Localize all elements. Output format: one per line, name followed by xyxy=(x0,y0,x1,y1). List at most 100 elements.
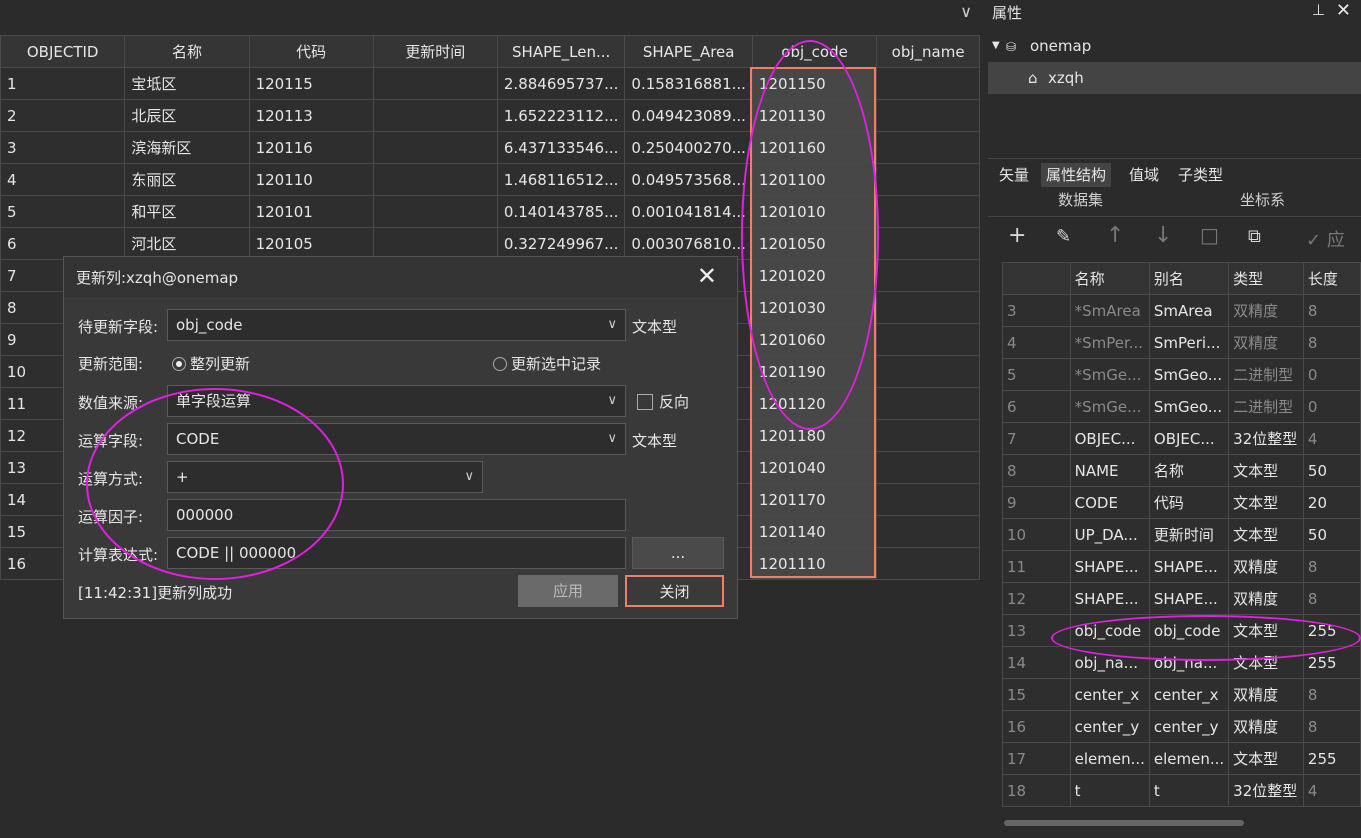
table-cell[interactable]: 4 xyxy=(0,163,126,196)
tab-vector[interactable]: 矢量 xyxy=(994,163,1034,187)
table-cell[interactable]: 2.884695737... xyxy=(496,67,626,100)
field-cell[interactable]: 10 xyxy=(1002,518,1071,551)
field-row[interactable]: 7 OBJEC... OBJEC... 32位整型 4 xyxy=(1002,422,1361,455)
table-cell[interactable] xyxy=(876,259,980,292)
field-cell[interactable]: center_x xyxy=(1148,678,1230,711)
field-cell[interactable]: 4 xyxy=(1302,422,1361,455)
table-row[interactable]: 1 宝坻区 120115 2.884695737... 0.158316881... 12… xyxy=(0,67,980,100)
field-row[interactable]: 13 obj_code obj_code 文本型 255 xyxy=(1002,614,1361,647)
table-cell[interactable] xyxy=(372,99,498,132)
table-cell[interactable]: 120113 xyxy=(248,99,374,132)
table-cell[interactable]: 1201050 xyxy=(751,227,878,260)
tab-dataset[interactable]: 数据集 xyxy=(1058,189,1103,210)
field-cell[interactable]: 二进制型 xyxy=(1228,390,1304,423)
table-row[interactable]: 4 东丽区 120110 1.468116512... 0.049573568... 12… xyxy=(0,163,980,196)
field-cell[interactable]: NAME xyxy=(1069,454,1150,487)
field-cell[interactable]: center_y xyxy=(1148,710,1230,743)
expression-builder-button[interactable]: ... xyxy=(632,537,724,569)
field-cell[interactable]: 17 xyxy=(1002,742,1071,775)
expand-icon[interactable]: ▼ xyxy=(992,30,1000,62)
table-cell[interactable]: 0.140143785... xyxy=(496,195,626,228)
field-column-header[interactable]: 类型 xyxy=(1228,262,1304,295)
table-cell[interactable]: 1.652223112... xyxy=(496,99,626,132)
field-cell[interactable]: 文本型 xyxy=(1228,614,1304,647)
field-cell[interactable]: 12 xyxy=(1002,582,1071,615)
field-cell[interactable]: obj_na... xyxy=(1069,646,1150,679)
table-cell[interactable]: 0.158316881... xyxy=(624,67,753,100)
column-header[interactable]: OBJECTID xyxy=(0,35,126,68)
field-cell[interactable]: UP_DA... xyxy=(1069,518,1150,551)
tree-node-onemap[interactable]: ▼ ⛁ onemap xyxy=(988,30,1361,62)
table-cell[interactable] xyxy=(876,163,980,196)
field-cell[interactable]: 4 xyxy=(1302,774,1361,807)
tree-node-xzqh[interactable]: ⌂ xzqh xyxy=(988,62,1361,94)
table-cell[interactable]: 滨海新区 xyxy=(124,131,250,164)
table-cell[interactable]: 1201130 xyxy=(751,99,878,132)
source-select[interactable]: 单字段运算 ∨ xyxy=(167,385,626,417)
table-cell[interactable]: 1201020 xyxy=(751,259,878,292)
field-cell[interactable]: *SmArea xyxy=(1069,294,1150,327)
move-down-icon[interactable]: ↓ xyxy=(1154,223,1172,248)
field-cell[interactable]: elemen... xyxy=(1069,742,1150,775)
table-cell[interactable]: 1201060 xyxy=(751,323,878,356)
field-cell[interactable]: SHAPE... xyxy=(1069,550,1150,583)
field-row[interactable]: 16 center_y center_y 双精度 8 xyxy=(1002,710,1361,743)
field-cell[interactable]: 二进制型 xyxy=(1228,358,1304,391)
field-cell[interactable]: 文本型 xyxy=(1228,486,1304,519)
field-cell[interactable]: 文本型 xyxy=(1228,518,1304,551)
field-cell[interactable]: SmArea xyxy=(1148,294,1230,327)
table-cell[interactable] xyxy=(876,195,980,228)
field-cell[interactable]: 双精度 xyxy=(1228,678,1304,711)
field-cell[interactable]: 双精度 xyxy=(1228,710,1304,743)
field-row[interactable]: 8 NAME 名称 文本型 50 xyxy=(1002,454,1361,487)
field-row[interactable]: 17 elemen... elemen... 文本型 255 xyxy=(1002,742,1361,775)
field-cell[interactable]: 16 xyxy=(1002,710,1071,743)
op-select[interactable]: + ∨ xyxy=(167,461,483,493)
chevron-down-icon[interactable]: ∨ xyxy=(960,2,972,21)
field-cell[interactable]: 50 xyxy=(1302,454,1361,487)
table-cell[interactable] xyxy=(876,355,980,388)
field-cell[interactable]: *SmPer... xyxy=(1069,326,1150,359)
close-icon[interactable]: ✕ xyxy=(1336,0,1351,21)
field-cell[interactable]: OBJEC... xyxy=(1148,422,1230,455)
field-cell[interactable]: 0 xyxy=(1302,358,1361,391)
table-cell[interactable]: 120115 xyxy=(248,67,374,100)
table-cell[interactable]: 0.250400270... xyxy=(624,131,753,164)
field-cell[interactable]: 20 xyxy=(1302,486,1361,519)
move-up-icon[interactable]: ↑ xyxy=(1106,223,1124,248)
column-header[interactable]: obj_name xyxy=(876,35,980,68)
field-cell[interactable]: SHAPE... xyxy=(1148,582,1230,615)
field-cell[interactable]: 双精度 xyxy=(1228,550,1304,583)
field-cell[interactable]: 8 xyxy=(1302,326,1361,359)
field-row[interactable]: 9 CODE 代码 文本型 20 xyxy=(1002,486,1361,519)
field-cell[interactable]: 5 xyxy=(1002,358,1071,391)
field-cell[interactable]: 8 xyxy=(1302,678,1361,711)
field-cell[interactable]: 文本型 xyxy=(1228,742,1304,775)
tab-domain[interactable]: 值域 xyxy=(1124,163,1164,187)
table-row[interactable]: 3 滨海新区 120116 6.437133546... 0.250400270... 1… xyxy=(0,131,980,164)
close-button[interactable]: 关闭 xyxy=(625,575,724,607)
table-cell[interactable]: 120105 xyxy=(248,227,374,260)
table-cell[interactable]: 0.327249967... xyxy=(496,227,626,260)
field-cell[interactable]: 13 xyxy=(1002,614,1071,647)
delete-icon[interactable]: □ xyxy=(1200,223,1219,247)
table-cell[interactable]: 河北区 xyxy=(124,227,250,260)
field-row[interactable]: 4 *SmPer... SmPeri... 双精度 8 xyxy=(1002,326,1361,359)
field-cell[interactable]: 18 xyxy=(1002,774,1071,807)
field-cell[interactable]: 8 xyxy=(1302,582,1361,615)
table-cell[interactable] xyxy=(372,195,498,228)
pin-icon[interactable]: ⊥ xyxy=(1312,1,1325,19)
range-all-radio[interactable]: 整列更新 xyxy=(172,353,250,374)
field-cell[interactable]: *SmGe... xyxy=(1069,390,1150,423)
field-cell[interactable]: 8 xyxy=(1302,550,1361,583)
field-cell[interactable]: obj_na... xyxy=(1148,646,1230,679)
table-cell[interactable] xyxy=(876,547,980,580)
column-header[interactable]: SHAPE_Area xyxy=(624,35,753,68)
table-cell[interactable]: 1201160 xyxy=(751,131,878,164)
table-cell[interactable]: 1201040 xyxy=(751,451,878,484)
field-cell[interactable]: 255 xyxy=(1302,646,1361,679)
field-cell[interactable]: 代码 xyxy=(1148,486,1230,519)
calc-field-select[interactable]: CODE ∨ xyxy=(167,423,626,455)
table-cell[interactable]: 1.468116512... xyxy=(496,163,626,196)
column-header[interactable]: obj_code xyxy=(751,35,878,68)
